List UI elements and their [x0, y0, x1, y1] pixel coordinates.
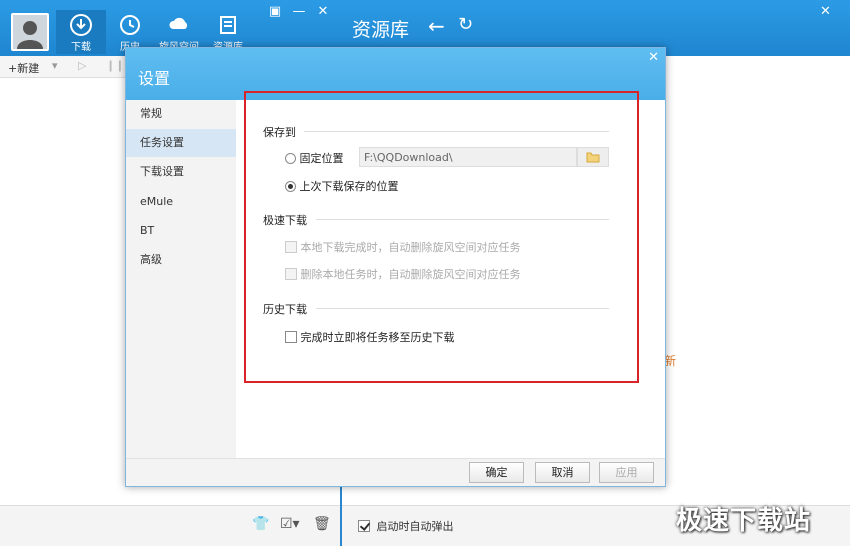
- back-icon[interactable]: ←: [428, 14, 445, 38]
- batch-select-icon[interactable]: ☑▾: [280, 516, 300, 532]
- resource-title: 资源库: [352, 19, 410, 41]
- sidebar-item-bt[interactable]: BT: [126, 217, 236, 245]
- cancel-button[interactable]: 取消: [535, 462, 590, 483]
- site-watermark: 极速下载站: [676, 506, 812, 536]
- nav-download[interactable]: 下载: [56, 10, 106, 54]
- nav-download-label: 下载: [71, 42, 91, 53]
- right-close-icon[interactable]: ✕: [820, 4, 831, 19]
- sidebar-item-emule[interactable]: eMule: [126, 188, 236, 216]
- skin-shirt-icon[interactable]: 👕: [252, 516, 269, 532]
- apply-button[interactable]: 应用: [599, 462, 654, 483]
- cloud-space-icon: [169, 17, 188, 29]
- refresh-icon[interactable]: ↻: [458, 14, 473, 35]
- pause-icon[interactable]: ❙❙: [106, 59, 124, 72]
- autostart-label: 启动时自动弹出: [376, 520, 454, 533]
- autostart-option[interactable]: 启动时自动弹出: [358, 518, 454, 534]
- sidebar-item-general[interactable]: 常规: [126, 100, 236, 128]
- sidebar-item-task-settings[interactable]: 任务设置: [126, 129, 236, 157]
- start-icon[interactable]: ▷: [78, 59, 86, 72]
- new-dropdown-icon[interactable]: ▾: [52, 59, 58, 72]
- autostart-checkbox[interactable]: [358, 520, 370, 532]
- trash-icon[interactable]: 🗑: [313, 516, 331, 532]
- dialog-close-icon[interactable]: ✕: [648, 50, 659, 65]
- left-bottom-bar: 👕 ☑▾ 🗑: [0, 505, 340, 546]
- highlight-frame: [244, 91, 639, 383]
- history-icon: [120, 15, 140, 35]
- settings-sidebar: 常规 任务设置 下载设置 eMule BT 高级: [126, 100, 236, 458]
- library-icon: [220, 16, 236, 34]
- download-icon: [70, 14, 92, 36]
- sidebar-item-advanced[interactable]: 高级: [126, 246, 236, 274]
- sidebar-item-download-settings[interactable]: 下载设置: [126, 158, 236, 186]
- dialog-title: 设置: [138, 69, 171, 88]
- skin-icon[interactable]: ▣: [266, 4, 284, 19]
- new-task-button[interactable]: +新建: [8, 60, 39, 76]
- close-icon[interactable]: ✕: [314, 4, 332, 19]
- ok-button[interactable]: 确定: [469, 462, 524, 483]
- minimize-icon[interactable]: —: [290, 4, 308, 19]
- dialog-footer: 确定 取消 应用: [126, 458, 665, 486]
- user-avatar[interactable]: [11, 13, 49, 51]
